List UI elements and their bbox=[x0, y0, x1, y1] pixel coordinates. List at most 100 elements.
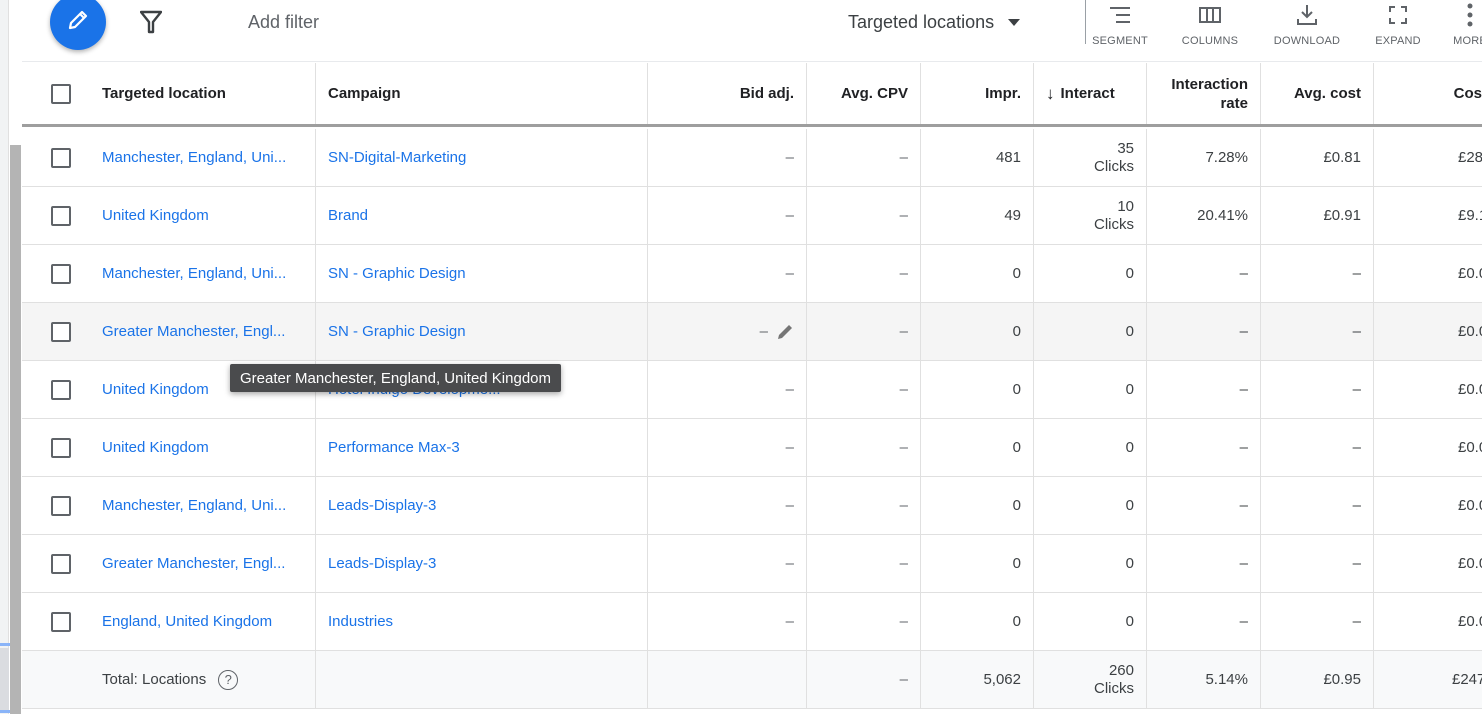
row-checkbox[interactable] bbox=[51, 263, 71, 284]
row-checkbox[interactable] bbox=[51, 553, 71, 574]
campaign-cell: Industries bbox=[316, 593, 648, 650]
pencil-icon bbox=[66, 8, 90, 37]
location-cell: United Kingdom bbox=[88, 187, 316, 244]
select-all-checkbox[interactable] bbox=[51, 83, 71, 104]
header-impr[interactable]: Impr. bbox=[921, 63, 1034, 124]
bid-adj-cell[interactable]: – bbox=[648, 593, 807, 650]
row-checkbox-cell bbox=[22, 419, 88, 476]
bid-adj-cell[interactable]: – bbox=[648, 245, 807, 302]
bid-adj-value: – bbox=[759, 323, 768, 340]
bid-adj-cell[interactable]: – bbox=[648, 129, 807, 186]
table-row[interactable]: Manchester, England, Uni... SN-Digital-M… bbox=[22, 129, 1482, 187]
bid-adj-cell[interactable]: – bbox=[648, 187, 807, 244]
campaign-cell: Leads-Display-3 bbox=[316, 535, 648, 592]
expand-button[interactable]: EXPAND bbox=[1374, 0, 1422, 47]
location-link[interactable]: United Kingdom bbox=[102, 439, 209, 456]
edit-fab-button[interactable] bbox=[50, 0, 106, 50]
vertical-scrollbar[interactable] bbox=[10, 145, 21, 714]
row-checkbox[interactable] bbox=[51, 147, 71, 168]
bid-adj-cell[interactable]: – bbox=[648, 303, 807, 360]
download-button[interactable]: DOWNLOAD bbox=[1272, 0, 1342, 47]
location-cell: Greater Manchester, Engl... bbox=[88, 535, 316, 592]
header-cost[interactable]: Cos bbox=[1374, 63, 1482, 124]
bid-adj-cell[interactable]: – bbox=[648, 361, 807, 418]
total-avg-cost-cell: £0.95 bbox=[1261, 651, 1374, 708]
header-interactions[interactable]: ↓ Interact bbox=[1034, 63, 1147, 124]
location-link[interactable]: Greater Manchester, Engl... bbox=[102, 323, 285, 340]
table-row[interactable]: United Kingdom Brand – – 49 10 Clicks 20.… bbox=[22, 187, 1482, 245]
segment-button[interactable]: SEGMENT bbox=[1092, 0, 1148, 47]
row-checkbox-cell bbox=[22, 477, 88, 534]
table-row[interactable]: Greater Manchester, Engl... Leads-Displa… bbox=[22, 535, 1482, 593]
columns-button[interactable]: COLUMNS bbox=[1182, 0, 1238, 47]
row-checkbox[interactable] bbox=[51, 495, 71, 516]
location-link[interactable]: England, United Kingdom bbox=[102, 613, 272, 630]
interactions-value: 0 bbox=[1125, 555, 1134, 572]
avg-cost-cell: £0.91 bbox=[1261, 187, 1374, 244]
location-cell: Manchester, England, Uni... bbox=[88, 477, 316, 534]
campaign-link[interactable]: Brand bbox=[328, 207, 368, 224]
total-cost-cell: £247.12 bbox=[1374, 651, 1482, 708]
row-checkbox-cell bbox=[22, 535, 88, 592]
more-button[interactable]: MORE bbox=[1448, 0, 1482, 47]
header-campaign[interactable]: Campaign bbox=[316, 63, 648, 124]
edit-pencil-icon[interactable] bbox=[776, 323, 794, 341]
filter-icon[interactable] bbox=[139, 10, 163, 34]
campaign-link[interactable]: Leads-Display-3 bbox=[328, 497, 436, 514]
location-cell: England, United Kingdom bbox=[88, 593, 316, 650]
cost-cell: £0.00 bbox=[1374, 361, 1482, 418]
header-avg-cpv[interactable]: Avg. CPV bbox=[807, 63, 921, 124]
header-bid-adj[interactable]: Bid adj. bbox=[648, 63, 807, 124]
impr-value: 0 bbox=[1012, 381, 1021, 398]
bid-adj-value: – bbox=[785, 439, 794, 456]
table-row[interactable]: Greater Manchester, Engl... SN - Graphic… bbox=[22, 303, 1482, 361]
campaign-link[interactable]: Leads-Display-3 bbox=[328, 555, 436, 572]
campaign-link[interactable]: SN - Graphic Design bbox=[328, 323, 466, 340]
bid-adj-cell[interactable]: – bbox=[648, 535, 807, 592]
toolbar-divider bbox=[1085, 0, 1086, 44]
bid-adj-value: – bbox=[785, 613, 794, 630]
table-header-row: Targeted location Campaign Bid adj. Avg.… bbox=[22, 63, 1482, 127]
row-checkbox[interactable] bbox=[51, 611, 71, 632]
interactions-cell: 10 Clicks bbox=[1034, 187, 1147, 244]
avg-cost-cell: £0.81 bbox=[1261, 129, 1374, 186]
impr-cell: 0 bbox=[921, 419, 1034, 476]
targeted-locations-dropdown[interactable]: Targeted locations bbox=[848, 12, 1021, 33]
avg-cost-value: – bbox=[1352, 613, 1361, 630]
table-row[interactable]: Manchester, England, Uni... SN - Graphic… bbox=[22, 245, 1482, 303]
location-link[interactable]: Manchester, England, Uni... bbox=[102, 265, 286, 282]
campaign-link[interactable]: SN - Graphic Design bbox=[328, 265, 466, 282]
bid-adj-cell[interactable]: – bbox=[648, 477, 807, 534]
table-row[interactable]: Manchester, England, Uni... Leads-Displa… bbox=[22, 477, 1482, 535]
location-link[interactable]: United Kingdom bbox=[102, 381, 209, 398]
campaign-link[interactable]: Industries bbox=[328, 613, 393, 630]
add-filter-input[interactable]: Add filter bbox=[248, 12, 319, 33]
avg-cpv-cell: – bbox=[807, 129, 921, 186]
header-label: Impr. bbox=[985, 85, 1021, 102]
header-avg-cost[interactable]: Avg. cost bbox=[1261, 63, 1374, 124]
header-interaction-rate[interactable]: Interaction rate bbox=[1147, 63, 1261, 124]
table-row[interactable]: England, United Kingdom Industries – – 0… bbox=[22, 593, 1482, 651]
bid-adj-cell[interactable]: – bbox=[648, 419, 807, 476]
location-link[interactable]: Manchester, England, Uni... bbox=[102, 497, 286, 514]
row-checkbox[interactable] bbox=[51, 205, 71, 226]
table-row[interactable]: United Kingdom Performance Max-3 – – 0 0… bbox=[22, 419, 1482, 477]
row-checkbox[interactable] bbox=[51, 437, 71, 458]
location-link[interactable]: Greater Manchester, Engl... bbox=[102, 555, 285, 572]
row-checkbox[interactable] bbox=[51, 379, 71, 400]
avg-cpv-cell: – bbox=[807, 303, 921, 360]
location-link[interactable]: United Kingdom bbox=[102, 207, 209, 224]
bid-adj-value: – bbox=[785, 265, 794, 282]
avg-cost-cell: – bbox=[1261, 361, 1374, 418]
row-checkbox[interactable] bbox=[51, 321, 71, 342]
impr-cell: 49 bbox=[921, 187, 1034, 244]
location-link[interactable]: Manchester, England, Uni... bbox=[102, 149, 286, 166]
help-icon[interactable]: ? bbox=[218, 669, 239, 690]
impr-cell: 481 bbox=[921, 129, 1034, 186]
campaign-link[interactable]: SN-Digital-Marketing bbox=[328, 149, 466, 166]
row-checkbox-cell bbox=[22, 303, 88, 360]
total-label-cell: Total: Locations? bbox=[88, 651, 316, 708]
campaign-link[interactable]: Performance Max-3 bbox=[328, 439, 460, 456]
header-targeted-location[interactable]: Targeted location bbox=[88, 63, 316, 124]
interaction-rate-cell: – bbox=[1147, 535, 1261, 592]
